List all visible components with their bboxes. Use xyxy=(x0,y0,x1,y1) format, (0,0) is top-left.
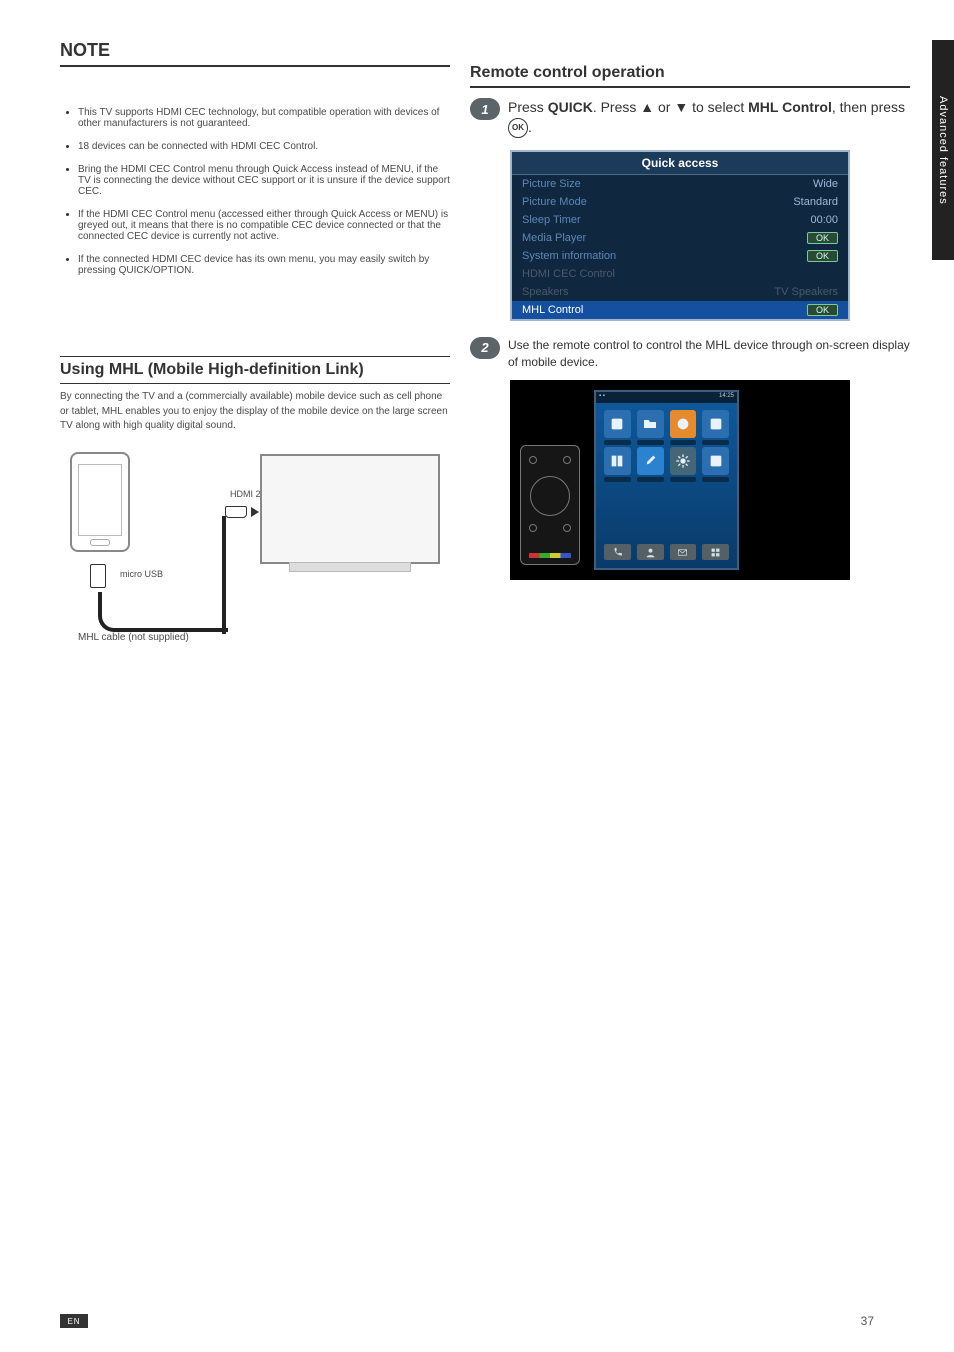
qa-row-value: TV Speakers xyxy=(774,286,838,298)
app-folder-icon xyxy=(637,410,664,438)
page-number: 37 xyxy=(861,1314,874,1328)
step-1: 1 Press QUICK. Press ▲ or ▼ to select MH… xyxy=(470,98,910,138)
quick-access-row: Picture SizeWide xyxy=(512,175,848,193)
ok-indicator: OK xyxy=(807,232,838,244)
qa-row-label: System information xyxy=(522,250,807,262)
procedure-heading: Remote control operation xyxy=(470,64,910,82)
app-tool-icon xyxy=(637,447,664,475)
quick-access-title: Quick access xyxy=(512,152,848,175)
cable-line xyxy=(98,592,228,632)
list-item: This TV supports HDMI CEC technology, bu… xyxy=(78,107,450,129)
qa-row-value: OK xyxy=(807,304,838,316)
side-tab: Advanced features xyxy=(932,40,954,260)
qa-row-value: Wide xyxy=(813,178,838,190)
quick-access-row: Media PlayerOK xyxy=(512,229,848,247)
connection-diagram: HDMI 2 micro USB MHL cable (not supplied… xyxy=(60,444,450,644)
phone-illustration xyxy=(70,452,130,552)
note-bullet-list: This TV supports HDMI CEC technology, bu… xyxy=(60,107,450,276)
quick-access-row: MHL ControlOK xyxy=(512,301,848,319)
remote-control-icon xyxy=(520,445,580,565)
hdmi-plug-icon xyxy=(225,504,275,520)
ok-indicator: OK xyxy=(807,250,838,262)
qa-row-value: OK xyxy=(807,232,838,244)
phone-dock xyxy=(604,544,729,560)
step-badge-1: 1 xyxy=(470,98,500,120)
list-item: Bring the HDMI CEC Control menu through … xyxy=(78,164,450,197)
list-item: If the HDMI CEC Control menu (accessed e… xyxy=(78,209,450,242)
step-badge-2: 2 xyxy=(470,337,500,359)
dock-mail-icon xyxy=(670,544,697,560)
app-icon xyxy=(604,410,631,438)
mhl-heading: Using MHL (Mobile High-definition Link) xyxy=(60,356,450,384)
hdmi-label: HDMI 2 xyxy=(230,489,261,499)
qa-row-label: MHL Control xyxy=(522,304,807,316)
step-1-text: Press QUICK. Press ▲ or ▼ to select MHL … xyxy=(508,98,910,138)
mhl-description: By connecting the TV and a (commercially… xyxy=(60,390,450,434)
phone-screen: ▪ ▪ 14:25 xyxy=(594,390,739,570)
list-item: 18 devices can be connected with HDMI CE… xyxy=(78,141,450,152)
app-book-icon xyxy=(604,447,631,475)
microusb-plug-icon xyxy=(90,564,106,588)
app-icon xyxy=(702,447,729,475)
divider xyxy=(60,65,450,67)
quick-access-row: HDMI CEC Control xyxy=(512,265,848,283)
microusb-label: micro USB xyxy=(120,569,163,579)
step-2: 2 Use the remote control to control the … xyxy=(470,337,910,371)
app-globe-icon xyxy=(670,410,697,438)
qa-row-label: Picture Size xyxy=(522,178,813,190)
ok-button-icon: OK xyxy=(508,118,528,138)
qa-row-value: 00:00 xyxy=(810,214,838,226)
app-icon xyxy=(702,410,729,438)
dock-contact-icon xyxy=(637,544,664,560)
quick-access-row: System informationOK xyxy=(512,247,848,265)
quick-access-row: Picture ModeStandard xyxy=(512,193,848,211)
remote-phone-illustration: ▪ ▪ 14:25 xyxy=(510,380,850,580)
language-badge: EN xyxy=(60,1314,88,1328)
dock-phone-icon xyxy=(604,544,631,560)
qa-row-label: HDMI CEC Control xyxy=(522,268,838,280)
app-gear-icon xyxy=(670,447,697,475)
quick-access-row: Sleep Timer00:00 xyxy=(512,211,848,229)
quick-access-menu: Quick access Picture SizeWidePicture Mod… xyxy=(510,150,850,321)
qa-row-value: OK xyxy=(807,250,838,262)
qa-row-value: Standard xyxy=(793,196,838,208)
qa-row-label: Picture Mode xyxy=(522,196,793,208)
note-heading: NOTE xyxy=(60,40,450,61)
phone-statusbar: ▪ ▪ 14:25 xyxy=(596,392,737,403)
list-item: If the connected HDMI CEC device has its… xyxy=(78,254,450,276)
tv-illustration xyxy=(260,454,440,564)
ok-indicator: OK xyxy=(807,304,838,316)
quick-access-row: SpeakersTV Speakers xyxy=(512,283,848,301)
dock-apps-icon xyxy=(702,544,729,560)
cable-line xyxy=(222,516,226,634)
step-2-text: Use the remote control to control the MH… xyxy=(508,337,910,371)
qa-row-label: Sleep Timer xyxy=(522,214,810,226)
divider xyxy=(470,86,910,88)
qa-row-label: Speakers xyxy=(522,286,774,298)
qa-row-label: Media Player xyxy=(522,232,807,244)
cable-label: MHL cable (not supplied) xyxy=(78,632,189,643)
